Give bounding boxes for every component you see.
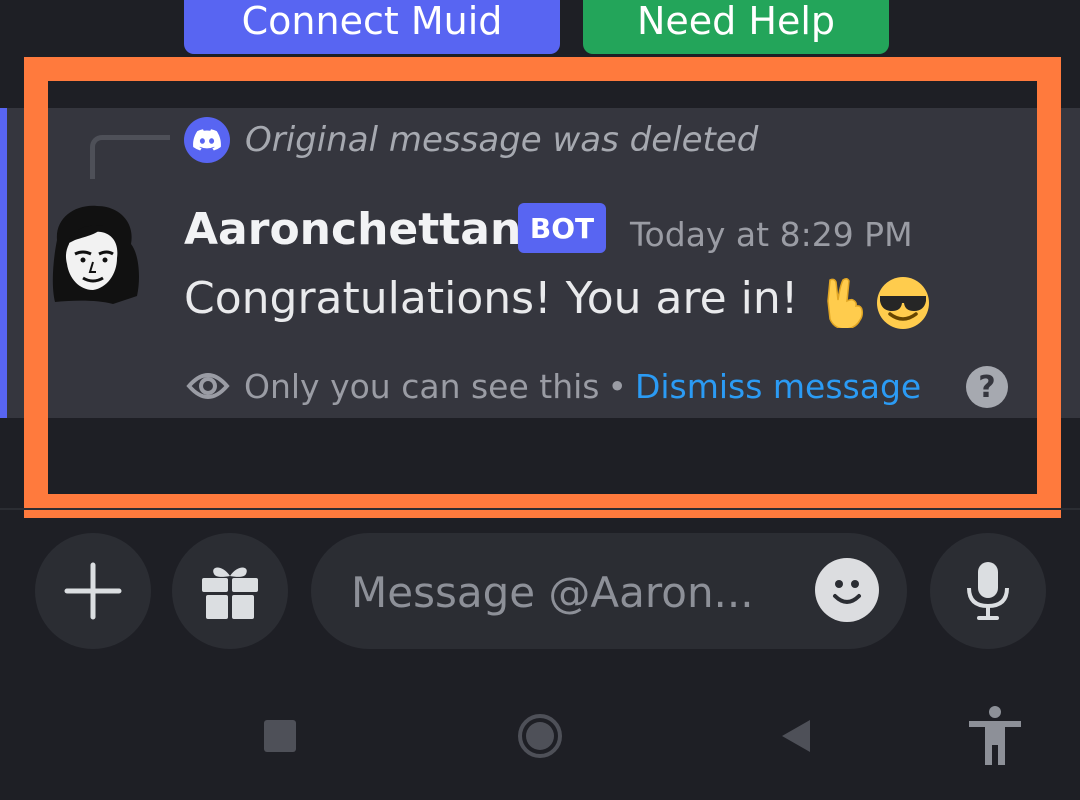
connect-button-label: Connect Muid xyxy=(241,0,503,43)
message-input[interactable] xyxy=(349,533,793,651)
attach-button[interactable] xyxy=(35,533,151,649)
author-name[interactable]: Aaronchettan xyxy=(184,204,521,255)
home-button[interactable] xyxy=(517,713,563,759)
dismiss-message-link[interactable]: Dismiss message xyxy=(635,367,921,406)
connect-button[interactable]: Connect Muid xyxy=(184,0,560,54)
eye-icon xyxy=(186,373,230,399)
bot-badge: BOT xyxy=(518,203,606,253)
question-mark-icon[interactable]: ? xyxy=(966,366,1008,408)
reply-preview-text[interactable]: Original message was deleted xyxy=(245,120,758,160)
message-accent-bar xyxy=(0,108,7,418)
gift-icon xyxy=(202,567,258,619)
message-composer[interactable] xyxy=(311,533,907,651)
rock-on-hand-icon xyxy=(820,276,868,332)
need-help-button[interactable]: Need Help xyxy=(583,0,889,54)
sunglasses-face-icon xyxy=(872,276,934,334)
gift-button[interactable] xyxy=(172,533,288,649)
ephemeral-text: Only you can see this xyxy=(244,366,600,406)
message-content: Congratulations! You are in! xyxy=(184,273,799,324)
accessibility-icon[interactable] xyxy=(967,705,1023,767)
recents-button[interactable] xyxy=(264,720,296,752)
composer-divider xyxy=(0,508,1080,510)
avatar[interactable] xyxy=(47,200,143,308)
ephemeral-notice: Only you can see this • Dismiss message xyxy=(186,366,921,406)
emoji-picker-icon[interactable] xyxy=(815,558,879,622)
voice-message-button[interactable] xyxy=(930,533,1046,649)
reply-connector xyxy=(90,135,170,179)
need-help-button-label: Need Help xyxy=(636,0,835,43)
back-button[interactable] xyxy=(780,718,812,754)
discord-logo-icon xyxy=(184,117,230,163)
separator-dot: • xyxy=(607,366,627,406)
microphone-icon xyxy=(967,562,1009,620)
message-timestamp: Today at 8:29 PM xyxy=(630,215,913,254)
plus-icon xyxy=(64,562,122,620)
